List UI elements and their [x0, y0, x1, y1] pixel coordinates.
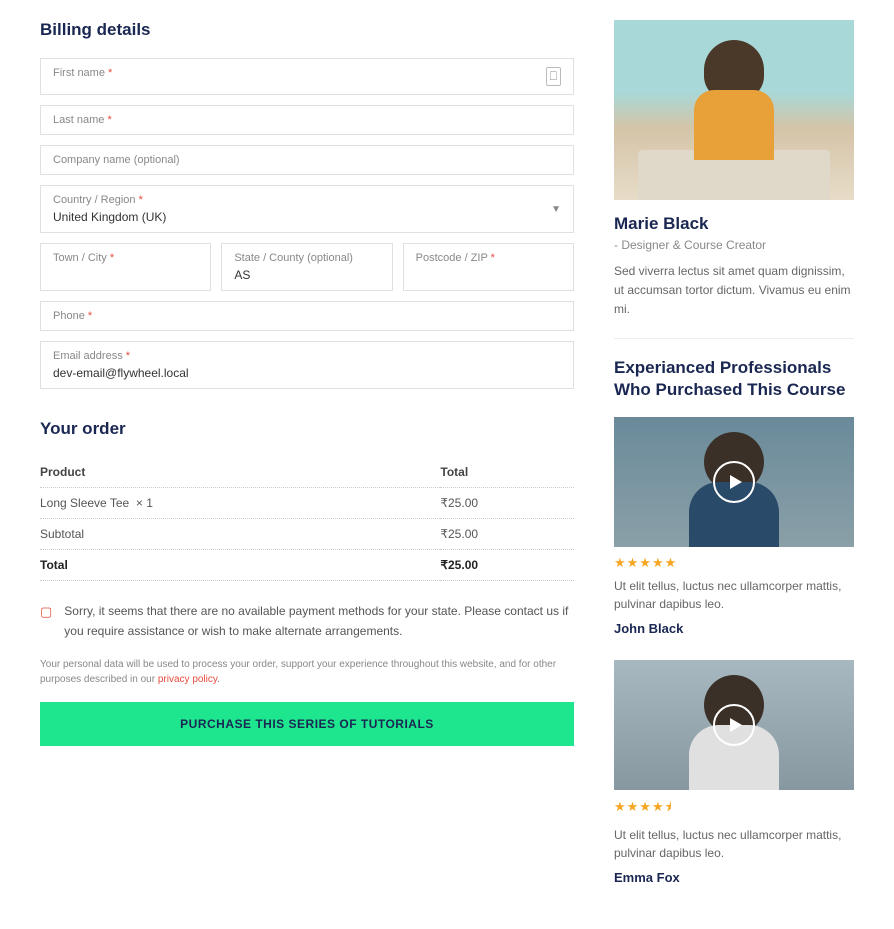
testimonial-video[interactable]	[614, 417, 854, 547]
author-name: Marie Black	[614, 214, 854, 234]
divider	[614, 338, 854, 339]
author-role: - Designer & Course Creator	[614, 238, 854, 252]
first-name-label: First name *	[53, 67, 561, 79]
town-label: Town / City *	[53, 252, 198, 264]
payment-notice: ▢ Sorry, it seems that there are no avai…	[40, 601, 574, 642]
play-icon[interactable]	[713, 461, 755, 503]
town-field[interactable]: Town / City *	[40, 243, 211, 291]
privacy-text: Your personal data will be used to proce…	[40, 657, 574, 687]
chevron-down-icon: ▼	[551, 204, 561, 215]
total-header: Total	[440, 457, 574, 488]
postcode-label: Postcode / ZIP *	[416, 252, 561, 264]
country-label: Country / Region *	[53, 194, 166, 206]
privacy-policy-link[interactable]: privacy policy	[158, 674, 217, 685]
author-image	[614, 20, 854, 200]
star-rating: ★★★★★	[614, 555, 854, 571]
testimonial: ★★★★⯨ Ut elit tellus, luctus nec ullamco…	[614, 660, 854, 885]
email-value: dev-email@flywheel.local	[53, 366, 561, 380]
state-field[interactable]: State / County (optional) AS	[221, 243, 392, 291]
table-total-row: Total ₹25.00	[40, 550, 574, 581]
purchase-button[interactable]: PURCHASE THIS SERIES OF TUTORIALS	[40, 702, 574, 746]
billing-title: Billing details	[40, 20, 574, 40]
phone-label: Phone *	[53, 310, 561, 322]
table-row: Subtotal ₹25.00	[40, 519, 574, 550]
company-label: Company name (optional)	[53, 154, 561, 166]
testimonial-author: Emma Fox	[614, 870, 854, 885]
state-label: State / County (optional)	[234, 252, 379, 264]
email-field[interactable]: Email address * dev-email@flywheel.local	[40, 341, 574, 389]
testimonial-video[interactable]	[614, 660, 854, 790]
first-name-field[interactable]: ⎕ First name *	[40, 58, 574, 95]
product-header: Product	[40, 457, 440, 488]
author-bio: Sed viverra lectus sit amet quam digniss…	[614, 262, 854, 320]
country-value: United Kingdom (UK)	[53, 210, 166, 224]
testimonial-text: Ut elit tellus, luctus nec ullamcorper m…	[614, 577, 854, 613]
phone-field[interactable]: Phone *	[40, 301, 574, 331]
testimonial: ★★★★★ Ut elit tellus, luctus nec ullamco…	[614, 417, 854, 636]
alert-icon: ▢	[40, 601, 52, 642]
company-field[interactable]: Company name (optional)	[40, 145, 574, 175]
postcode-field[interactable]: Postcode / ZIP *	[403, 243, 574, 291]
order-title: Your order	[40, 419, 574, 439]
testimonial-author: John Black	[614, 621, 854, 636]
contact-card-icon: ⎕	[546, 67, 561, 86]
last-name-label: Last name *	[53, 114, 561, 126]
table-row: Long Sleeve Tee × 1 ₹25.00	[40, 488, 574, 519]
star-rating: ★★★★⯨	[614, 798, 854, 820]
order-table: Product Total Long Sleeve Tee × 1 ₹25.00…	[40, 457, 574, 581]
testimonial-text: Ut elit tellus, luctus nec ullamcorper m…	[614, 826, 854, 862]
play-icon[interactable]	[713, 704, 755, 746]
state-value: AS	[234, 268, 379, 282]
table-header-row: Product Total	[40, 457, 574, 488]
country-select[interactable]: Country / Region * United Kingdom (UK) ▼	[40, 185, 574, 233]
testimonials-title: Experianced Professionals Who Purchased …	[614, 357, 854, 401]
email-label: Email address *	[53, 350, 561, 362]
last-name-field[interactable]: Last name *	[40, 105, 574, 135]
